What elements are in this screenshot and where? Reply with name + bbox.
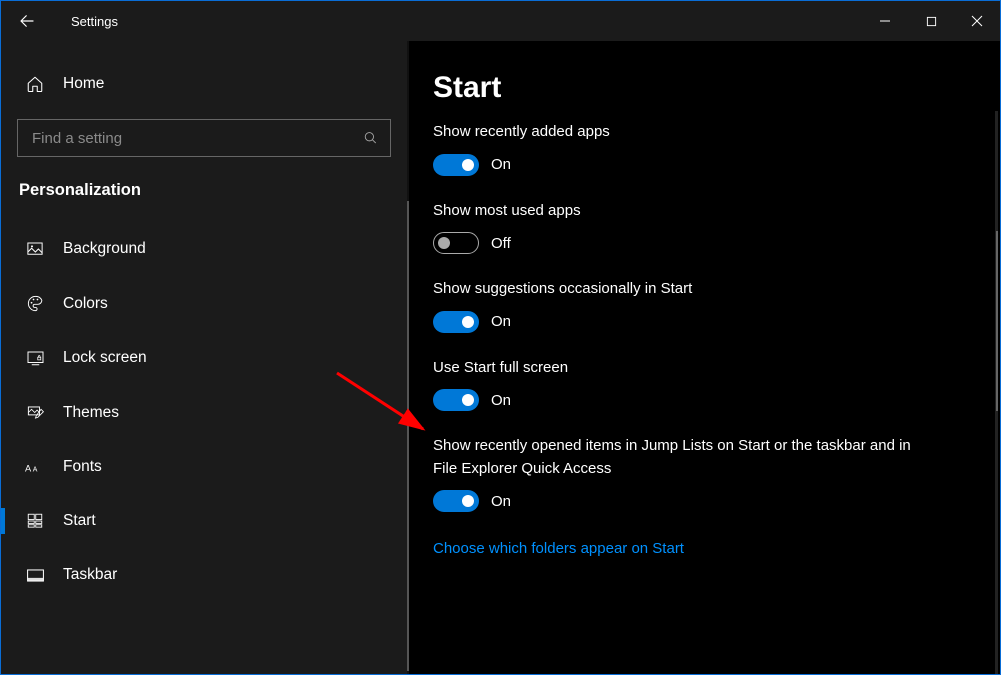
sidebar-category: Personalization [1,171,407,222]
setting-suggestions: Show suggestions occasionally in Start O… [433,278,960,333]
toggle-jump-lists[interactable] [433,490,479,512]
palette-icon [25,294,45,313]
setting-jump-lists: Show recently opened items in Jump Lists… [433,435,960,512]
page-title: Start [433,71,960,105]
close-button[interactable] [954,5,1000,37]
fonts-icon: AA [25,459,45,476]
main-scrollbar-thumb[interactable] [996,231,998,411]
setting-recently-added: Show recently added apps On [433,121,960,176]
maximize-icon [926,16,937,27]
toggle-most-used[interactable] [433,232,479,254]
sidebar: Home Personalization Background [1,41,409,674]
close-icon [971,15,983,27]
sidebar-item-lock-screen[interactable]: Lock screen [1,331,407,385]
titlebar-left: Settings [7,1,118,41]
settings-window: Settings Home [0,0,1001,675]
themes-icon [25,403,45,422]
search-input[interactable] [32,130,363,147]
sidebar-home[interactable]: Home [1,51,407,117]
picture-icon [25,240,45,258]
setting-full-screen: Use Start full screen On [433,357,960,412]
back-button[interactable] [7,1,47,41]
maximize-button[interactable] [908,5,954,37]
toggle-state: On [491,313,511,330]
sidebar-item-background[interactable]: Background [1,222,407,276]
toggle-state: On [491,392,511,409]
nav-item-label: Taskbar [63,566,117,584]
sidebar-item-fonts[interactable]: AA Fonts [1,440,407,494]
nav-item-label: Fonts [63,458,102,476]
svg-text:A: A [33,466,38,473]
toggle-state: On [491,156,511,173]
nav-item-label: Lock screen [63,349,147,367]
setting-label: Show recently opened items in Jump Lists… [433,435,933,480]
setting-most-used: Show most used apps Off [433,200,960,255]
arrow-left-icon [18,12,36,30]
sidebar-item-themes[interactable]: Themes [1,385,407,440]
taskbar-icon [25,568,45,583]
nav-item-label: Background [63,240,146,258]
body: Home Personalization Background [1,41,1000,674]
svg-text:A: A [25,463,32,473]
minimize-icon [879,15,891,27]
nav-item-label: Colors [63,295,108,313]
window-controls [862,5,1000,37]
start-icon [25,512,45,530]
nav-item-label: Themes [63,404,119,422]
sidebar-item-start[interactable]: Start [1,494,407,548]
sidebar-home-label: Home [63,75,104,93]
toggle-full-screen[interactable] [433,389,479,411]
choose-folders-link[interactable]: Choose which folders appear on Start [433,540,684,557]
toggle-state: Off [491,235,511,252]
lock-screen-icon [25,349,45,367]
home-icon [25,75,45,93]
toggle-recently-added[interactable] [433,154,479,176]
minimize-button[interactable] [862,5,908,37]
setting-label: Show recently added apps [433,121,960,144]
toggle-suggestions[interactable] [433,311,479,333]
titlebar: Settings [1,1,1000,41]
search-box[interactable] [17,119,391,157]
search-icon [363,130,378,146]
setting-label: Use Start full screen [433,357,960,380]
setting-label: Show most used apps [433,200,960,223]
setting-label: Show suggestions occasionally in Start [433,278,960,301]
window-title: Settings [71,14,118,29]
sidebar-item-taskbar[interactable]: Taskbar [1,548,407,602]
nav-item-label: Start [63,512,96,530]
main-panel: Start Show recently added apps On Show m… [409,41,1000,674]
sidebar-item-colors[interactable]: Colors [1,276,407,331]
toggle-state: On [491,493,511,510]
